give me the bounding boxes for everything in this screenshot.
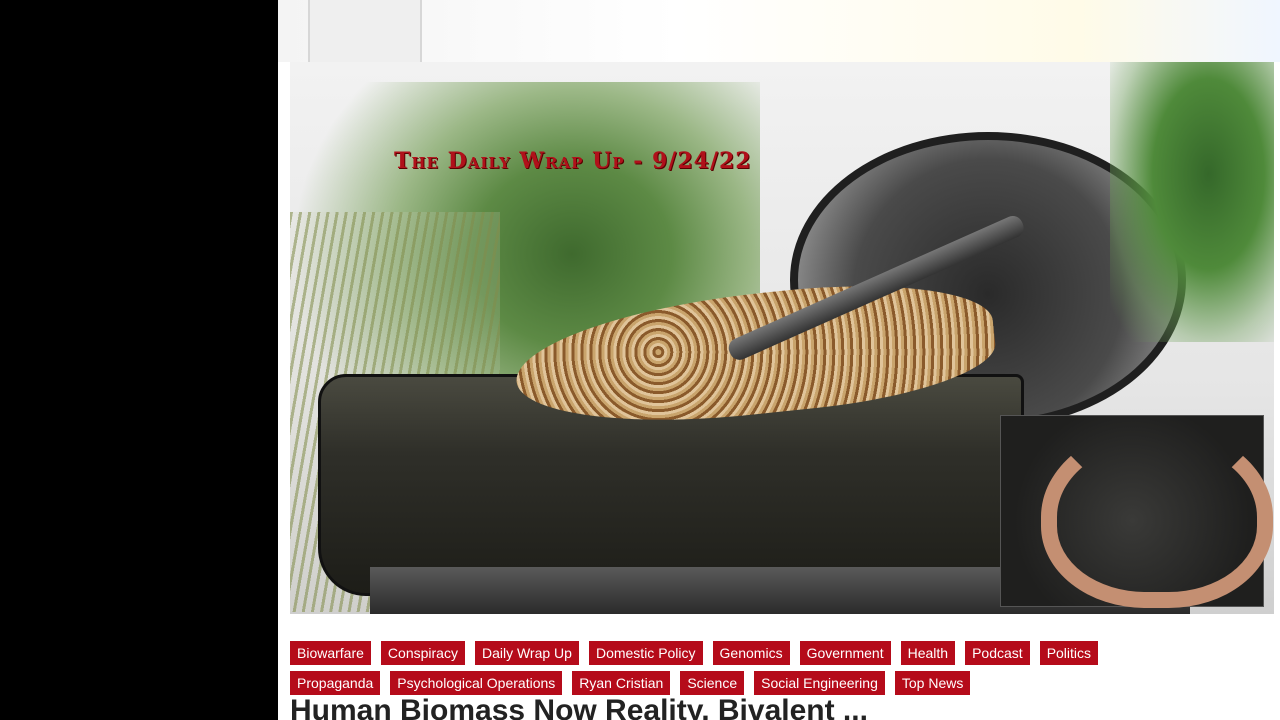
tag-link[interactable]: Politics [1039, 641, 1099, 665]
article-headline[interactable]: Human Biomass Now Reality, Bivalent ... [290, 694, 868, 720]
top-banner-strip [278, 0, 1280, 62]
tag-link[interactable]: Podcast [965, 641, 1030, 665]
article-page: The Daily Wrap Up - 9/24/22 Biowarfare Co… [278, 0, 1280, 720]
tag-link[interactable]: Ryan Cristian [572, 671, 671, 695]
image-title-overlay: The Daily Wrap Up - 9/24/22 [394, 148, 752, 174]
image-hands [1041, 426, 1273, 608]
black-side-panel [0, 0, 290, 720]
tag-list: Biowarfare Conspiracy Daily Wrap Up Domesti… [290, 641, 1275, 701]
tag-link[interactable]: Social Engineering [754, 671, 885, 695]
tag-link[interactable]: Psychological Operations [390, 671, 563, 695]
image-inset-soil [1000, 415, 1273, 608]
featured-image[interactable]: The Daily Wrap Up - 9/24/22 [290, 62, 1274, 614]
tag-link[interactable]: Daily Wrap Up [474, 641, 579, 665]
image-plants-right [1110, 62, 1274, 342]
tag-link[interactable]: Government [799, 641, 891, 665]
tag-link[interactable]: Conspiracy [380, 641, 465, 665]
tag-link[interactable]: Top News [894, 671, 971, 695]
tag-link[interactable]: Domestic Policy [588, 641, 703, 665]
tag-link[interactable]: Health [900, 641, 956, 665]
tag-link[interactable]: Genomics [712, 641, 790, 665]
tag-row-1: Biowarfare Conspiracy Daily Wrap Up Domesti… [290, 641, 1275, 665]
tag-link[interactable]: Science [680, 671, 745, 695]
tag-link[interactable]: Propaganda [290, 671, 381, 695]
tag-link[interactable]: Biowarfare [290, 641, 371, 665]
tag-row-2: Propaganda Psychological Operations Ryan C… [290, 671, 1275, 695]
